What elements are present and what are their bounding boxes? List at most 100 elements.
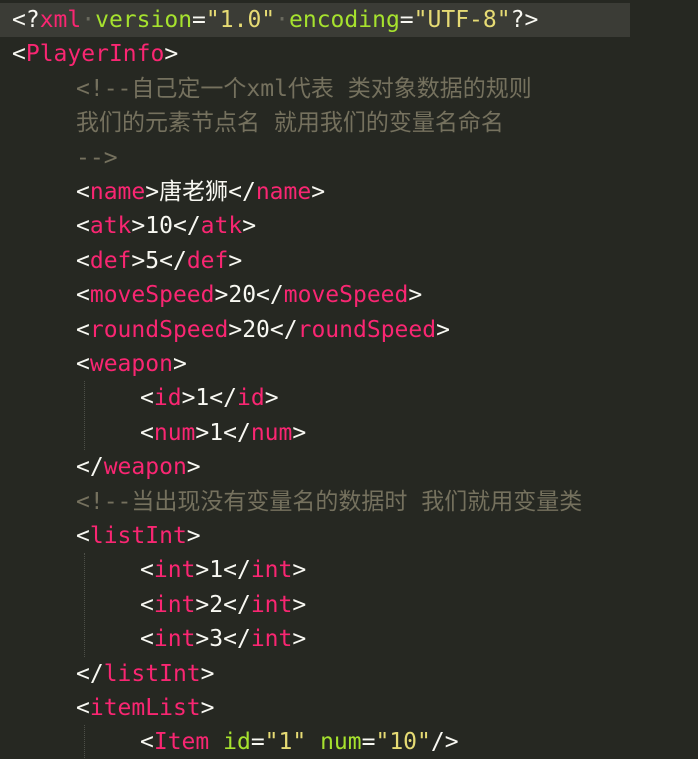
- indent-guide: [84, 725, 85, 759]
- code-token: >: [195, 626, 210, 653]
- code-token: def: [89, 247, 132, 274]
- code-line[interactable]: <roundSpeed>20</roundSpeed>: [0, 313, 450, 347]
- code-token: moveSpeed: [283, 282, 409, 309]
- code-token: <!--当出现没有变量名的数据时 我们就用变量类: [76, 488, 583, 515]
- code-token: >: [195, 591, 210, 618]
- code-token: <: [140, 385, 154, 412]
- code-token: listInt: [103, 660, 201, 687]
- code-line[interactable]: <int>2</int>: [0, 588, 306, 622]
- code-token: </: [172, 213, 201, 240]
- code-token: >: [145, 179, 160, 205]
- code-token: id: [223, 729, 251, 756]
- code-token: 20: [242, 316, 270, 343]
- code-token: 唐老狮: [159, 179, 229, 205]
- code-line[interactable]: <!--当出现没有变量名的数据时 我们就用变量类: [0, 485, 582, 519]
- code-token: def: [186, 247, 229, 274]
- code-token: <: [140, 591, 154, 618]
- code-token: ?>: [510, 7, 539, 33]
- code-line[interactable]: <PlayerInfo>: [0, 37, 178, 71]
- code-editor[interactable]: <?xml·version="1.0"·encoding="UTF-8"?> <P…: [0, 0, 698, 759]
- code-line[interactable]: <!--自己定一个xml代表 类对象数据的规则: [0, 72, 532, 106]
- code-line[interactable]: <atk>10</atk>: [0, 209, 256, 243]
- code-line[interactable]: </weapon>: [0, 450, 201, 484]
- code-token: </: [223, 591, 251, 618]
- code-token: >: [164, 41, 179, 68]
- code-token: 10: [145, 213, 173, 240]
- code-token: >: [292, 626, 307, 653]
- code-line[interactable]: <id>1</id>: [0, 381, 279, 415]
- code-token: >: [214, 282, 229, 309]
- code-line[interactable]: <int>3</int>: [0, 622, 306, 656]
- code-line[interactable]: -->: [0, 141, 118, 175]
- code-token: </: [228, 179, 256, 205]
- code-token: >: [200, 695, 215, 721]
- code-token: >: [292, 591, 307, 618]
- code-token: >: [292, 419, 307, 446]
- code-token: <: [12, 41, 26, 68]
- code-token: >: [131, 247, 146, 274]
- code-token: </: [256, 282, 284, 309]
- code-line[interactable]: 我们的元素节点名 就用我们的变量名命名: [0, 106, 504, 140]
- code-line[interactable]: <moveSpeed>20</moveSpeed>: [0, 278, 422, 312]
- code-line[interactable]: <listInt>: [0, 519, 201, 553]
- code-token: weapon: [89, 351, 173, 377]
- code-token: </: [223, 626, 251, 653]
- code-token: int: [250, 626, 293, 653]
- code-token: >: [186, 523, 201, 549]
- code-token: <: [76, 247, 90, 274]
- code-token: Item: [153, 729, 210, 756]
- code-token: <: [140, 557, 154, 584]
- code-token: =: [361, 729, 376, 756]
- indent-guide: [84, 553, 85, 657]
- code-token: =: [192, 7, 206, 33]
- code-token: </: [209, 385, 237, 412]
- code-token: <: [76, 695, 90, 721]
- code-token: "UTF-8": [413, 7, 511, 33]
- code-line[interactable]: <?xml·version="1.0"·encoding="UTF-8"?>: [0, 3, 630, 37]
- code-token: >: [200, 660, 215, 687]
- code-line[interactable]: <def>5</def>: [0, 244, 242, 278]
- code-token: version: [95, 7, 193, 33]
- code-line[interactable]: </listInt>: [0, 657, 215, 691]
- code-token: <!--自己定一个xml代表 类对象数据的规则: [76, 75, 532, 102]
- code-token: int: [250, 591, 293, 618]
- code-token: >: [292, 557, 307, 584]
- code-token: </: [159, 247, 187, 274]
- code-line[interactable]: <num>1</num>: [0, 416, 306, 450]
- code-token: >: [311, 179, 326, 205]
- code-token: weapon: [103, 454, 187, 481]
- code-token: <: [140, 729, 154, 756]
- code-token: </: [76, 454, 104, 481]
- code-line[interactable]: <weapon>: [0, 347, 187, 381]
- code-token: encoding: [289, 7, 400, 33]
- code-token: =: [250, 729, 265, 756]
- code-token: int: [153, 591, 196, 618]
- code-line[interactable]: <Item id="1" num="10"/>: [0, 725, 459, 759]
- code-token: 1: [209, 419, 224, 446]
- code-token: name: [255, 179, 312, 205]
- code-token: ·: [275, 7, 290, 33]
- code-token: "1": [264, 729, 307, 756]
- code-token: 5: [145, 247, 160, 274]
- code-token: 我们的元素节点名 就用我们的变量名命名: [76, 110, 504, 137]
- code-token: >: [436, 316, 450, 343]
- code-token: atk: [89, 213, 132, 240]
- code-line[interactable]: <int>1</int>: [0, 553, 306, 587]
- code-token: >: [186, 454, 201, 481]
- code-token: >: [242, 213, 257, 240]
- code-line[interactable]: <name>唐老狮</name>: [0, 175, 325, 209]
- code-token: >: [131, 213, 146, 240]
- code-token: >: [172, 351, 187, 377]
- indent-guide: [84, 381, 85, 451]
- code-token: >: [228, 316, 243, 343]
- code-token: name: [89, 179, 146, 205]
- code-token: -->: [76, 144, 118, 171]
- code-line[interactable]: <itemList>: [0, 691, 215, 725]
- code-token: id: [236, 385, 265, 412]
- code-token: num: [320, 729, 362, 756]
- code-token: </: [269, 316, 298, 343]
- code-token: num: [153, 419, 196, 446]
- code-token: <: [140, 419, 154, 446]
